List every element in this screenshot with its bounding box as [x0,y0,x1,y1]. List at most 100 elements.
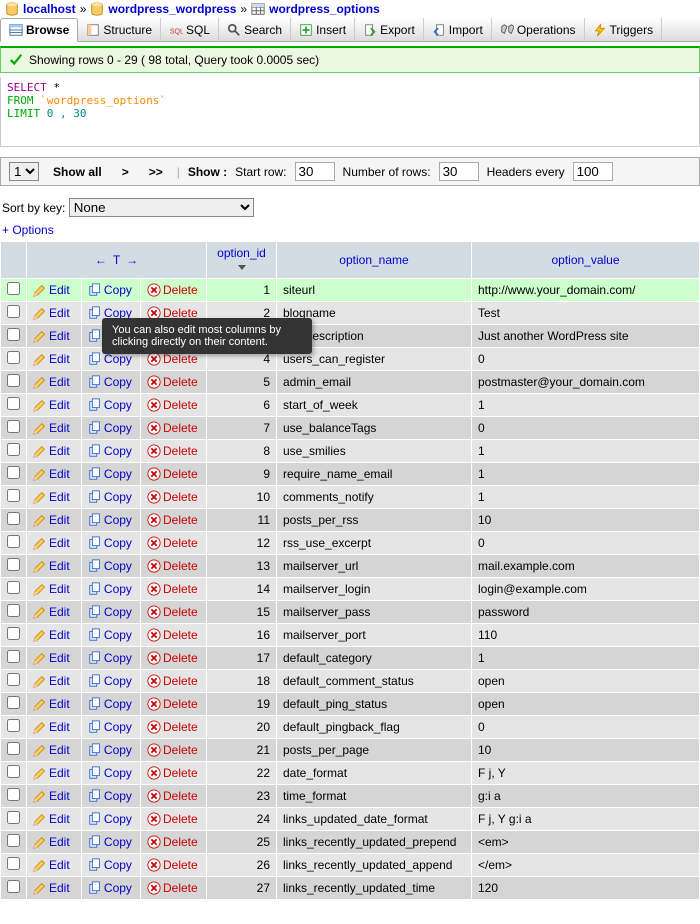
cell-option-name[interactable]: rss_use_excerpt [277,532,472,555]
copy-button[interactable]: Copy [88,858,134,872]
breadcrumb-db[interactable]: wordpress_wordpress [108,2,236,16]
copy-button[interactable]: Copy [88,674,134,688]
cell-option-value[interactable]: http://www.your_domain.com/ [472,279,700,302]
copy-button[interactable]: Copy [88,513,134,527]
edit-button[interactable]: Edit [33,651,75,665]
delete-button[interactable]: Delete [147,858,200,872]
copy-button[interactable]: Copy [88,421,134,435]
cell-option-id[interactable]: 22 [207,762,277,785]
edit-button[interactable]: Edit [33,421,75,435]
page-select[interactable]: 1 [9,162,39,181]
breadcrumb-table[interactable]: wordpress_options [269,2,380,16]
delete-button[interactable]: Delete [147,352,200,366]
cell-option-value[interactable]: 10 [472,739,700,762]
edit-button[interactable]: Edit [33,329,75,343]
next-page-button[interactable]: > [116,163,135,181]
breadcrumb-host[interactable]: localhost [23,2,76,16]
cell-option-name[interactable]: admin_email [277,371,472,394]
cell-option-id[interactable]: 8 [207,440,277,463]
row-checkbox[interactable] [7,466,20,479]
cell-option-name[interactable]: posts_per_page [277,739,472,762]
row-checkbox[interactable] [7,673,20,686]
cell-option-name[interactable]: mailserver_port [277,624,472,647]
copy-button[interactable]: Copy [88,582,134,596]
cell-option-id[interactable]: 14 [207,578,277,601]
copy-button[interactable]: Copy [88,720,134,734]
tab-structure[interactable]: Structure [78,18,161,41]
cell-option-value[interactable]: g:i a [472,785,700,808]
delete-button[interactable]: Delete [147,766,200,780]
copy-button[interactable]: Copy [88,559,134,573]
edit-button[interactable]: Edit [33,559,75,573]
tab-import[interactable]: Import [424,18,492,41]
cell-option-id[interactable]: 13 [207,555,277,578]
delete-button[interactable]: Delete [147,375,200,389]
row-checkbox[interactable] [7,374,20,387]
edit-button[interactable]: Edit [33,352,75,366]
edit-button[interactable]: Edit [33,444,75,458]
copy-button[interactable]: Copy [88,490,134,504]
row-checkbox[interactable] [7,857,20,870]
cell-option-name[interactable]: links_recently_updated_time [277,877,472,900]
arrow-left-icon[interactable]: ← [95,253,107,267]
delete-button[interactable]: Delete [147,697,200,711]
cell-option-name[interactable]: links_recently_updated_append [277,854,472,877]
cell-option-id[interactable]: 17 [207,647,277,670]
show-all-button[interactable]: Show all [47,163,108,181]
row-checkbox[interactable] [7,696,20,709]
cell-option-value[interactable]: 10 [472,509,700,532]
delete-button[interactable]: Delete [147,582,200,596]
headers-input[interactable] [573,162,613,181]
row-checkbox[interactable] [7,351,20,364]
delete-button[interactable]: Delete [147,812,200,826]
cell-option-name[interactable]: default_ping_status [277,693,472,716]
edit-button[interactable]: Edit [33,536,75,550]
cell-option-id[interactable]: 20 [207,716,277,739]
cell-option-value[interactable]: 1 [472,463,700,486]
row-checkbox[interactable] [7,305,20,318]
row-checkbox[interactable] [7,627,20,640]
cell-option-id[interactable]: 25 [207,831,277,854]
row-checkbox[interactable] [7,834,20,847]
delete-button[interactable]: Delete [147,674,200,688]
row-checkbox[interactable] [7,512,20,525]
num-rows-input[interactable] [439,162,479,181]
delete-button[interactable]: Delete [147,628,200,642]
tab-export[interactable]: Export [355,18,424,41]
delete-button[interactable]: Delete [147,720,200,734]
cell-option-value[interactable]: 1 [472,647,700,670]
cell-option-value[interactable]: 0 [472,348,700,371]
copy-button[interactable]: Copy [88,697,134,711]
cell-option-id[interactable]: 19 [207,693,277,716]
row-checkbox[interactable] [7,558,20,571]
cell-option-name[interactable]: date_format [277,762,472,785]
cell-option-name[interactable]: default_category [277,647,472,670]
delete-button[interactable]: Delete [147,789,200,803]
edit-button[interactable]: Edit [33,467,75,481]
cell-option-name[interactable]: links_updated_date_format [277,808,472,831]
row-checkbox[interactable] [7,742,20,755]
delete-button[interactable]: Delete [147,559,200,573]
edit-button[interactable]: Edit [33,858,75,872]
delete-button[interactable]: Delete [147,881,200,895]
options-toggle[interactable]: + Options [0,221,700,239]
row-checkbox[interactable] [7,420,20,433]
cell-option-value[interactable]: 0 [472,716,700,739]
cell-option-value[interactable]: F j, Y [472,762,700,785]
delete-button[interactable]: Delete [147,444,200,458]
edit-button[interactable]: Edit [33,513,75,527]
cell-option-value[interactable]: open [472,693,700,716]
delete-button[interactable]: Delete [147,513,200,527]
cell-option-value[interactable]: </em> [472,854,700,877]
delete-button[interactable]: Delete [147,605,200,619]
cell-option-id[interactable]: 10 [207,486,277,509]
row-checkbox[interactable] [7,328,20,341]
cell-option-id[interactable]: 24 [207,808,277,831]
edit-button[interactable]: Edit [33,490,75,504]
copy-button[interactable]: Copy [88,375,134,389]
cell-option-value[interactable]: password [472,601,700,624]
chevron-down-icon[interactable] [238,265,246,270]
cell-option-id[interactable]: 11 [207,509,277,532]
row-checkbox[interactable] [7,719,20,732]
edit-button[interactable]: Edit [33,789,75,803]
